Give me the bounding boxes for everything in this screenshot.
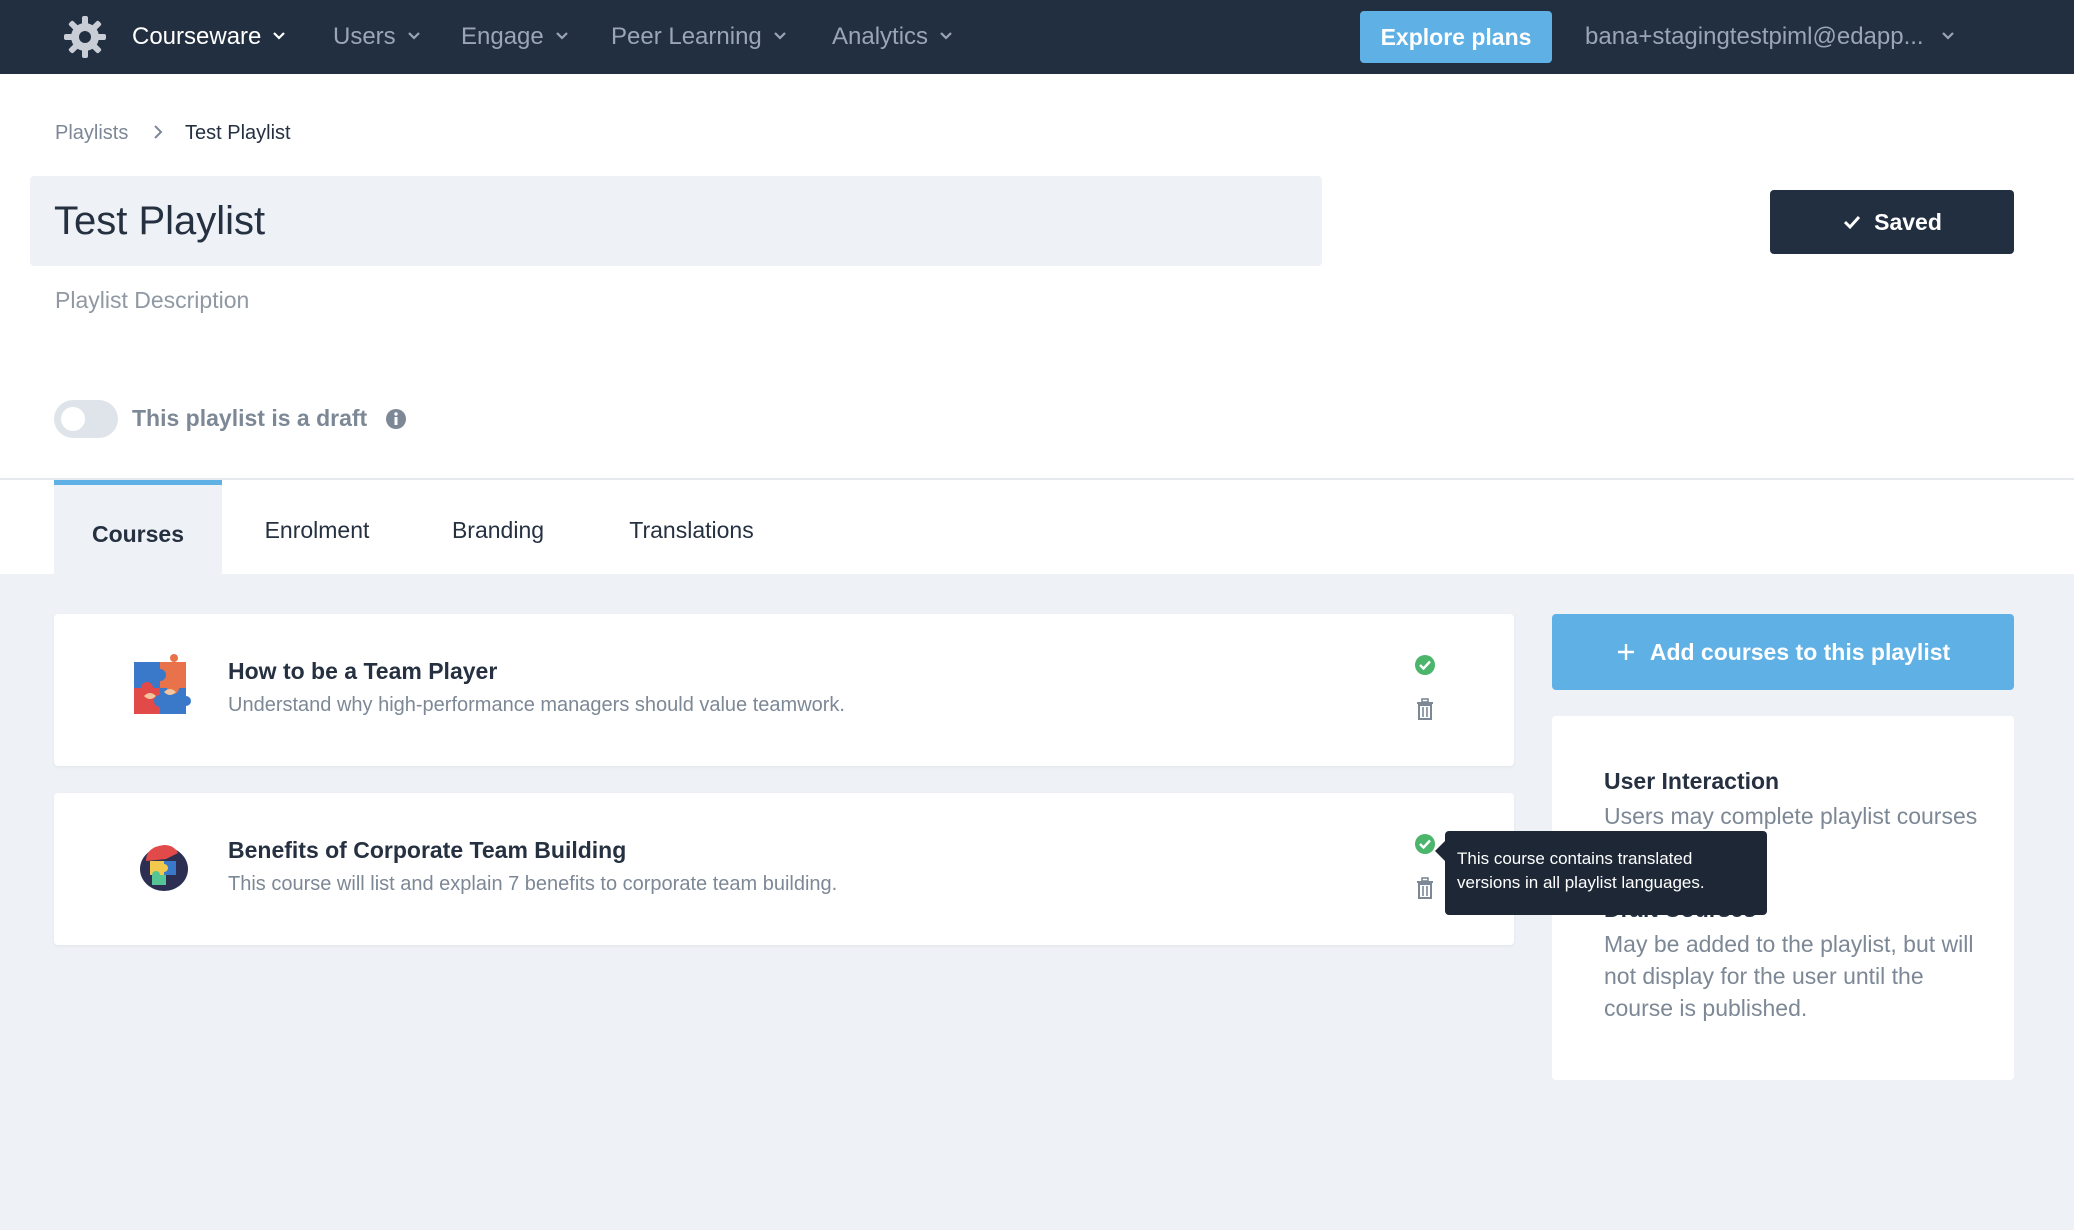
info-icon[interactable] bbox=[385, 408, 407, 430]
tab-translations[interactable]: Translations bbox=[606, 480, 777, 574]
course-description: This course will list and explain 7 bene… bbox=[228, 873, 838, 895]
puzzle-head-icon bbox=[140, 845, 188, 891]
draft-toggle-label: This playlist is a draft bbox=[132, 405, 368, 431]
chevron-down-icon bbox=[407, 31, 420, 40]
playlist-title-input[interactable]: Test Playlist bbox=[30, 176, 1322, 266]
add-courses-label: Add courses to this playlist bbox=[1649, 639, 1951, 665]
chevron-down-icon bbox=[273, 31, 286, 40]
user-interaction-heading: User Interaction bbox=[1604, 768, 1780, 794]
check-circle-icon[interactable] bbox=[1414, 654, 1436, 676]
plus-icon bbox=[1617, 643, 1634, 660]
nav-users[interactable]: Users bbox=[333, 20, 422, 54]
trash-icon[interactable] bbox=[1416, 698, 1434, 720]
nav-engage-label: Engage bbox=[461, 23, 544, 50]
nav-courseware[interactable]: Courseware bbox=[132, 20, 287, 54]
course-description: Understand why high-performance managers… bbox=[228, 694, 845, 716]
nav-peer-learning[interactable]: Peer Learning bbox=[611, 20, 788, 54]
checkmark-icon bbox=[1844, 215, 1861, 230]
tab-branding[interactable]: Branding bbox=[430, 480, 566, 574]
nav-engage[interactable]: Engage bbox=[461, 20, 570, 54]
saved-button[interactable]: Saved bbox=[1770, 190, 2014, 254]
translation-tooltip: This course contains translated versions… bbox=[1435, 831, 1767, 915]
nav-peer-learning-label: Peer Learning bbox=[611, 23, 762, 50]
saved-button-label: Saved bbox=[1874, 209, 1942, 235]
course-title: Benefits of Corporate Team Building bbox=[228, 837, 627, 863]
chevron-down-icon bbox=[774, 31, 786, 40]
puzzle-pieces-icon bbox=[134, 654, 191, 714]
explore-plans-button[interactable]: Explore plans bbox=[1360, 11, 1552, 63]
check-circle-icon[interactable] bbox=[1414, 833, 1436, 855]
tooltip-arrow bbox=[1435, 841, 1445, 861]
top-navigation-bar: Courseware Users Engage Peer Learning An… bbox=[0, 0, 2074, 74]
course-title: How to be a Team Player bbox=[228, 658, 498, 684]
draft-toggle[interactable] bbox=[54, 400, 118, 438]
tooltip-text: This course contains translated versions… bbox=[1457, 849, 1705, 892]
nav-users-label: Users bbox=[333, 23, 396, 50]
breadcrumb-playlists-link[interactable]: Playlists bbox=[55, 120, 128, 146]
course-card[interactable]: Benefits of Corporate Team Building This… bbox=[54, 793, 1514, 945]
nav-analytics-label: Analytics bbox=[832, 23, 929, 50]
chevron-down-icon bbox=[940, 31, 952, 40]
nav-courseware-label: Courseware bbox=[132, 23, 262, 50]
course-card[interactable]: How to be a Team Player Understand why h… bbox=[54, 614, 1514, 766]
toggle-knob bbox=[61, 407, 85, 431]
tab-courses[interactable]: Courses bbox=[54, 480, 222, 574]
chevron-down-icon bbox=[555, 31, 568, 40]
chevron-right-icon bbox=[154, 125, 163, 139]
breadcrumb-current: Test Playlist bbox=[185, 122, 291, 144]
add-courses-button[interactable]: Add courses to this playlist bbox=[1552, 614, 2014, 690]
nav-analytics[interactable]: Analytics bbox=[832, 20, 954, 54]
draft-courses-text: May be added to the playlist, but will n… bbox=[1604, 931, 1974, 1021]
user-email: bana+stagingtestpiml@edapp... bbox=[1585, 23, 1924, 50]
playlist-description-field[interactable]: Playlist Description bbox=[55, 285, 249, 315]
tab-enrolment[interactable]: Enrolment bbox=[238, 480, 396, 574]
gear-logo-icon[interactable] bbox=[62, 14, 108, 60]
chevron-down-icon bbox=[1941, 31, 1954, 40]
trash-icon[interactable] bbox=[1416, 877, 1434, 899]
playlist-title-value: Test Playlist bbox=[54, 199, 266, 243]
user-account-menu[interactable]: bana+stagingtestpiml@edapp... bbox=[1585, 20, 1956, 54]
